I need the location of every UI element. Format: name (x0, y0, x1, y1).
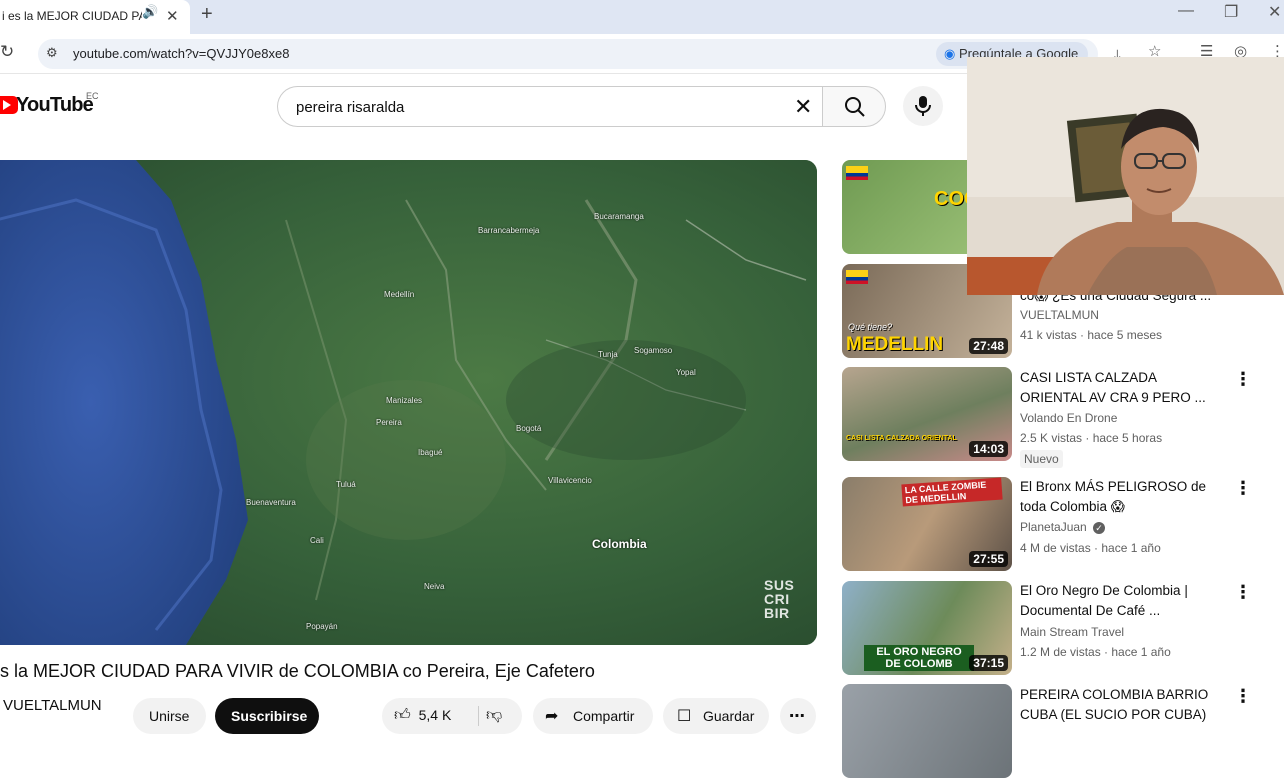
recommendation-stats: 4 M de vistas · hace 1 año (1020, 541, 1161, 555)
map-label-bogota: Bogotá (516, 424, 542, 433)
search-query[interactable]: pereira risaralda (296, 99, 404, 116)
thumbnail-text: MEDELLIN (846, 334, 944, 355)
map-label-cali: Cali (310, 536, 324, 545)
recommendation-thumbnail[interactable]: LA CALLE ZOMBIE DE MEDELLIN 27:55 (842, 477, 1012, 571)
subscribe-watermark[interactable]: SUS CRI BIR (764, 578, 804, 620)
map-label-colombia: Colombia (592, 537, 647, 551)
save-button[interactable]: ☐ Guardar (663, 698, 769, 734)
recommendation-thumbnail[interactable]: CASI LISTA CALZADA ORIENTAL 14:03 (842, 367, 1012, 461)
map-label-barrancabermeja: Barrancabermeja (478, 226, 540, 235)
recommendation-title[interactable]: PEREIRA COLOMBIA BARRIO CUBA (EL SUCIO P… (1020, 685, 1220, 725)
recommendation-channel[interactable]: Volando En Drone (1020, 411, 1117, 425)
new-badge: Nuevo (1020, 450, 1063, 468)
join-button[interactable]: Unirse (133, 698, 206, 734)
microphone-icon (915, 96, 931, 116)
map-label-ibague: Ibagué (418, 448, 443, 457)
map-label-bucaramanga: Bucaramanga (594, 212, 644, 221)
thumbs-down-icon: 👎︎ (486, 707, 503, 724)
minimize-icon[interactable]: — (1178, 2, 1194, 20)
divider (478, 706, 479, 726)
map-label-manizales: Manizales (386, 396, 423, 405)
like-button[interactable]: 👍︎ 5,4 K (394, 706, 451, 725)
webcam-person-image (967, 57, 1284, 295)
channel-name[interactable]: VUELTALMUN (3, 697, 102, 714)
search-icon (845, 97, 865, 117)
thumbnail-text: EL ORO NEGRO DE COLOMB (864, 645, 974, 671)
map-label-medellin: Medellín (384, 290, 415, 299)
video-duration: 27:48 (969, 338, 1008, 354)
search-button[interactable] (822, 86, 886, 127)
new-tab-icon[interactable]: + (201, 3, 213, 26)
speaker-icon[interactable]: 🔊 (142, 4, 158, 20)
map-label-popayan: Popayán (306, 622, 338, 631)
recommendation-stats: 41 k vistas · hace 5 meses (1020, 328, 1163, 342)
recommendation-channel[interactable]: VUELTALMUN (1020, 308, 1099, 322)
thumbnail-text: CASI LISTA CALZADA ORIENTAL (846, 435, 957, 442)
more-options-icon[interactable]: ⋮ (1234, 478, 1252, 499)
map-label-yopal: Yopal (676, 368, 696, 377)
more-options-icon[interactable]: ⋮ (1234, 582, 1252, 603)
dislike-button[interactable]: 👎︎ (486, 706, 502, 725)
close-window-icon[interactable]: ✕ (1268, 2, 1281, 22)
clear-search-icon[interactable]: ✕ (794, 94, 812, 120)
channel-label: PlanetaJuan (1020, 520, 1087, 534)
youtube-wordmark: YouTube (16, 94, 94, 116)
recommendation-channel[interactable]: PlanetaJuan ✓ (1020, 520, 1106, 534)
reload-icon[interactable]: ↻ (0, 42, 14, 62)
join-label: Unirse (149, 708, 190, 724)
site-info-icon[interactable]: ⚙ (46, 45, 58, 61)
browser-tab-bar: i es la MEJOR CIUDAD PA 🔊 ✕ + — ❐ ✕ (0, 0, 1284, 34)
webcam-overlay (967, 57, 1284, 295)
video-duration: 27:55 (969, 551, 1008, 567)
save-icon: ☐ (677, 708, 692, 725)
video-title: s la MEJOR CIUDAD PARA VIVIR de COLOMBIA… (0, 661, 595, 681)
recommendation-thumbnail[interactable]: EL ORO NEGRO DE COLOMB 37:15 (842, 581, 1012, 675)
video-player[interactable]: Bucaramanga Barrancabermeja Medellín Sog… (0, 160, 817, 645)
map-label-neiva: Neiva (424, 582, 445, 591)
tab-title: i es la MEJOR CIUDAD PA (2, 9, 142, 23)
map-label-villavicencio: Villavicencio (548, 476, 592, 485)
recommendation-title[interactable]: El Oro Negro De Colombia | Documental De… (1020, 581, 1220, 621)
share-icon: ➦ (545, 708, 559, 725)
verified-icon: ✓ (1093, 522, 1106, 534)
recommendation-title[interactable]: CASI LISTA CALZADA ORIENTAL AV CRA 9 PER… (1020, 368, 1220, 408)
map-label-buenaventura: Buenaventura (246, 498, 296, 507)
more-actions-button[interactable]: ⋯ (780, 698, 816, 734)
thumbs-up-icon: 👍︎ (394, 707, 411, 724)
close-tab-icon[interactable]: ✕ (166, 7, 179, 25)
share-button[interactable]: ➦ Compartir (533, 698, 653, 734)
voice-search-button[interactable] (903, 86, 943, 126)
lens-icon: ◉ (944, 46, 956, 61)
map-label-sogamoso: Sogamoso (634, 346, 673, 355)
restore-icon[interactable]: ❐ (1224, 2, 1238, 22)
more-icon: ⋯ (789, 708, 805, 725)
recommendation-stats: 1.2 M de vistas · hace 1 año (1020, 645, 1171, 659)
colombia-flag-icon (846, 270, 868, 284)
thumbnail-text: LA CALLE ZOMBIE DE MEDELLIN (901, 477, 1003, 507)
colombia-flag-icon (846, 166, 868, 180)
subscribe-label: Suscribirse (231, 708, 308, 724)
video-duration: 14:03 (969, 441, 1008, 457)
recommendation-thumbnail[interactable] (842, 684, 1012, 778)
recommendation-channel[interactable]: Main Stream Travel (1020, 625, 1124, 639)
recommendation-title[interactable]: El Bronx MÁS PELIGROSO de toda Colombia … (1020, 477, 1220, 517)
browser-tab-active[interactable]: i es la MEJOR CIUDAD PA 🔊 ✕ (0, 0, 190, 34)
more-options-icon[interactable]: ⋮ (1234, 369, 1252, 390)
subscribe-button[interactable]: Suscribirse (215, 698, 319, 734)
address-bar[interactable]: ⚙ youtube.com/watch?v=QVJJY0e8xe8 ◉ Preg… (38, 39, 1121, 69)
thumbnail-subtext: Qué tiene? (848, 322, 893, 332)
save-label: Guardar (703, 708, 755, 724)
map-label-tulua: Tuluá (336, 480, 356, 489)
map-label-pereira: Pereira (376, 418, 402, 427)
map-label-tunja: Tunja (598, 350, 618, 359)
like-dislike-group: 👍︎ 5,4 K 👎︎ (382, 698, 522, 734)
url-text[interactable]: youtube.com/watch?v=QVJJY0e8xe8 (73, 46, 289, 61)
recommendation-stats: 2.5 K vistas · hace 5 horas (1020, 431, 1163, 445)
like-count: 5,4 K (418, 707, 452, 723)
more-options-icon[interactable]: ⋮ (1234, 686, 1252, 707)
search-input[interactable]: pereira risaralda ✕ (277, 86, 823, 127)
share-label: Compartir (573, 708, 635, 724)
region-code: EC (86, 91, 99, 101)
video-duration: 37:15 (969, 655, 1008, 671)
